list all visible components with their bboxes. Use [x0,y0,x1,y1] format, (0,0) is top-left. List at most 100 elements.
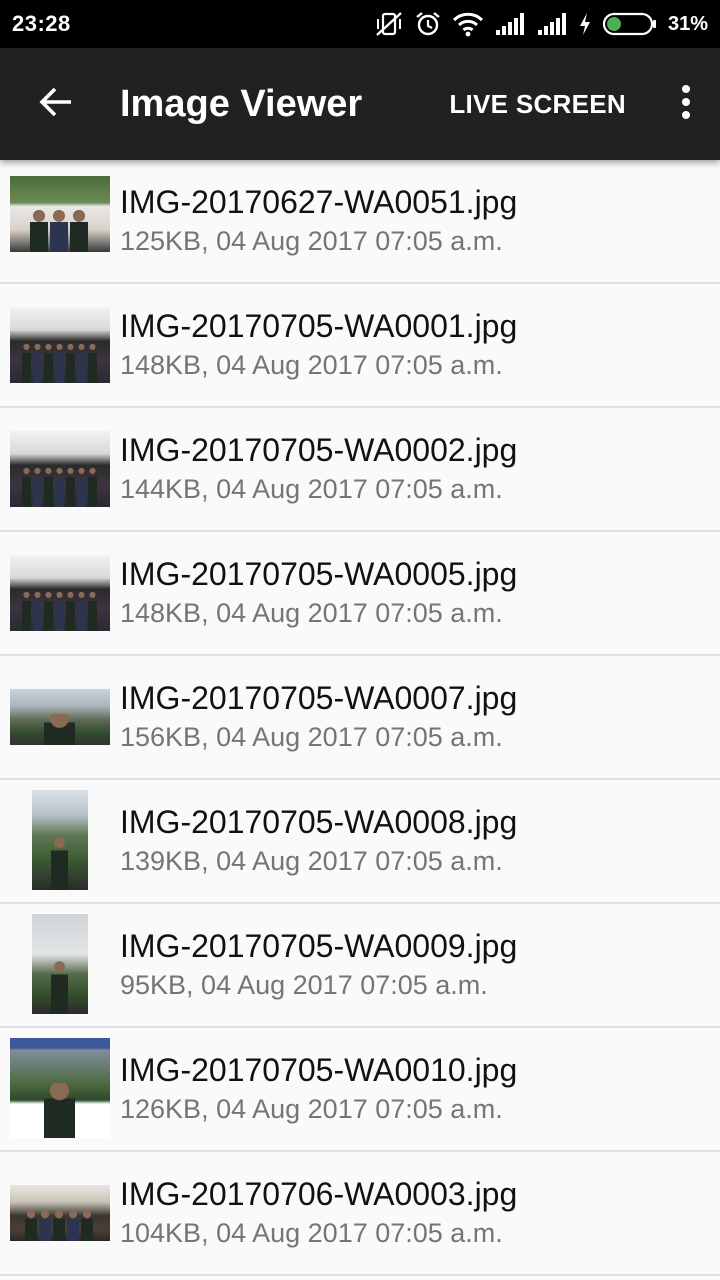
file-meta: 156KB, 04 Aug 2017 07:05 a.m. [120,722,503,752]
wifi-icon [452,11,484,37]
thumbnail-container [0,284,120,406]
file-text: IMG-20170705-WA0005.jpg 148KB, 04 Aug 201… [120,555,517,631]
thumbnail-figure [88,341,97,383]
back-button[interactable] [0,48,112,160]
image-thumbnail [10,1038,110,1138]
image-thumbnail [10,431,110,507]
file-name: IMG-20170627-WA0051.jpg [120,184,518,220]
thumbnail-figure [66,589,75,631]
file-name: IMG-20170705-WA0001.jpg [120,308,518,344]
thumbnail-figure [77,589,86,631]
thumbnail-container [0,408,120,530]
thumbnail-figure [88,465,97,507]
thumbnail-container [0,780,120,902]
arrow-back-icon [37,83,75,126]
thumbnail-figure [88,589,97,631]
file-meta: 125KB, 04 Aug 2017 07:05 a.m. [120,226,503,256]
file-meta: 139KB, 04 Aug 2017 07:05 a.m. [120,846,503,876]
file-name: IMG-20170706-WA0003.jpg [120,1176,518,1212]
image-thumbnail [10,176,110,252]
thumbnail-container [0,656,120,778]
file-name: IMG-20170705-WA0010.jpg [120,1052,518,1088]
image-thumbnail [32,790,88,890]
file-text: IMG-20170705-WA0008.jpg 139KB, 04 Aug 201… [120,803,517,879]
thumbnail-figure [22,589,31,631]
file-meta: 144KB, 04 Aug 2017 07:05 a.m. [120,474,503,504]
thumbnail-figure [55,341,64,383]
live-screen-button[interactable]: LIVE SCREEN [439,89,656,120]
thumbnail-figure [66,465,75,507]
thumbnail-container [0,532,120,654]
image-thumbnail [10,555,110,631]
thumbnail-figure [44,589,53,631]
file-name: IMG-20170705-WA0002.jpg [120,432,518,468]
file-text: IMG-20170705-WA0002.jpg 144KB, 04 Aug 201… [120,431,517,507]
file-name: IMG-20170705-WA0009.jpg [120,928,518,964]
file-text: IMG-20170705-WA0010.jpg 126KB, 04 Aug 201… [120,1051,517,1127]
page-title: Image Viewer [120,82,363,125]
file-name: IMG-20170705-WA0007.jpg [120,680,518,716]
thumbnail-container [0,1028,120,1150]
image-thumbnail [10,689,110,745]
thumbnail-figure [33,589,42,631]
signal-icon [494,12,526,36]
more-vert-icon [680,84,692,125]
thumbnail-figure [44,714,75,745]
thumbnail-figure [77,465,86,507]
thumbnail-container [0,160,120,282]
thumbnail-figure [33,341,42,383]
thumbnail-figure [55,589,64,631]
file-list: IMG-20170627-WA0051.jpg 125KB, 04 Aug 201… [0,160,720,1276]
file-meta: 148KB, 04 Aug 2017 07:05 a.m. [120,598,503,628]
file-list-item[interactable]: IMG-20170705-WA0010.jpg 126KB, 04 Aug 201… [0,1028,720,1152]
thumbnail-figure [67,1210,79,1241]
thumbnail-figure [44,1083,75,1138]
thumbnail-figure [33,465,42,507]
alarm-icon [414,10,442,38]
app-bar: Image Viewer LIVE SCREEN [0,48,720,160]
file-text: IMG-20170705-WA0001.jpg 148KB, 04 Aug 201… [120,307,517,383]
thumbnail-figure [66,341,75,383]
file-name: IMG-20170705-WA0005.jpg [120,556,518,592]
file-text: IMG-20170706-WA0003.jpg 104KB, 04 Aug 201… [120,1175,517,1251]
charging-icon [578,12,592,36]
thumbnail-figure [22,465,31,507]
thumbnail-figure [39,1210,51,1241]
thumbnail-figure [77,341,86,383]
thumbnail-figure [53,1210,65,1241]
thumbnail-figure [51,835,68,890]
file-list-item[interactable]: IMG-20170705-WA0009.jpg 95KB, 04 Aug 2017… [0,904,720,1028]
file-list-item[interactable]: IMG-20170705-WA0001.jpg 148KB, 04 Aug 201… [0,284,720,408]
thumbnail-figure [81,1210,93,1241]
image-thumbnail [10,307,110,383]
battery-icon [602,11,658,37]
file-list-item[interactable]: IMG-20170706-WA0003.jpg 104KB, 04 Aug 201… [0,1152,720,1276]
file-list-item[interactable]: IMG-20170627-WA0051.jpg 125KB, 04 Aug 201… [0,160,720,284]
more-options-button[interactable] [656,48,716,160]
thumbnail-figure [30,210,48,252]
thumbnail-figure [25,1210,37,1241]
file-list-item[interactable]: IMG-20170705-WA0002.jpg 144KB, 04 Aug 201… [0,408,720,532]
file-list-item[interactable]: IMG-20170705-WA0008.jpg 139KB, 04 Aug 201… [0,780,720,904]
thumbnail-figure [44,341,53,383]
file-text: IMG-20170705-WA0007.jpg 156KB, 04 Aug 201… [120,679,517,755]
file-meta: 148KB, 04 Aug 2017 07:05 a.m. [120,350,503,380]
image-thumbnail [10,1185,110,1241]
file-name: IMG-20170705-WA0008.jpg [120,804,518,840]
thumbnail-figure [55,465,64,507]
battery-percent: 31% [667,12,708,35]
thumbnail-figure [44,465,53,507]
status-time: 23:28 [12,11,71,36]
image-thumbnail [32,914,88,1014]
thumbnail-figure [50,210,68,252]
thumbnail-figure [70,210,88,252]
file-text: IMG-20170627-WA0051.jpg 125KB, 04 Aug 201… [120,183,517,259]
thumbnail-figure [51,959,68,1014]
status-icons: 31% [374,10,708,38]
file-list-item[interactable]: IMG-20170705-WA0005.jpg 148KB, 04 Aug 201… [0,532,720,656]
file-text: IMG-20170705-WA0009.jpg 95KB, 04 Aug 2017… [120,927,517,1003]
file-list-item[interactable]: IMG-20170705-WA0007.jpg 156KB, 04 Aug 201… [0,656,720,780]
thumbnail-figure [22,341,31,383]
vibrate-off-icon [374,10,404,38]
file-meta: 104KB, 04 Aug 2017 07:05 a.m. [120,1218,503,1248]
